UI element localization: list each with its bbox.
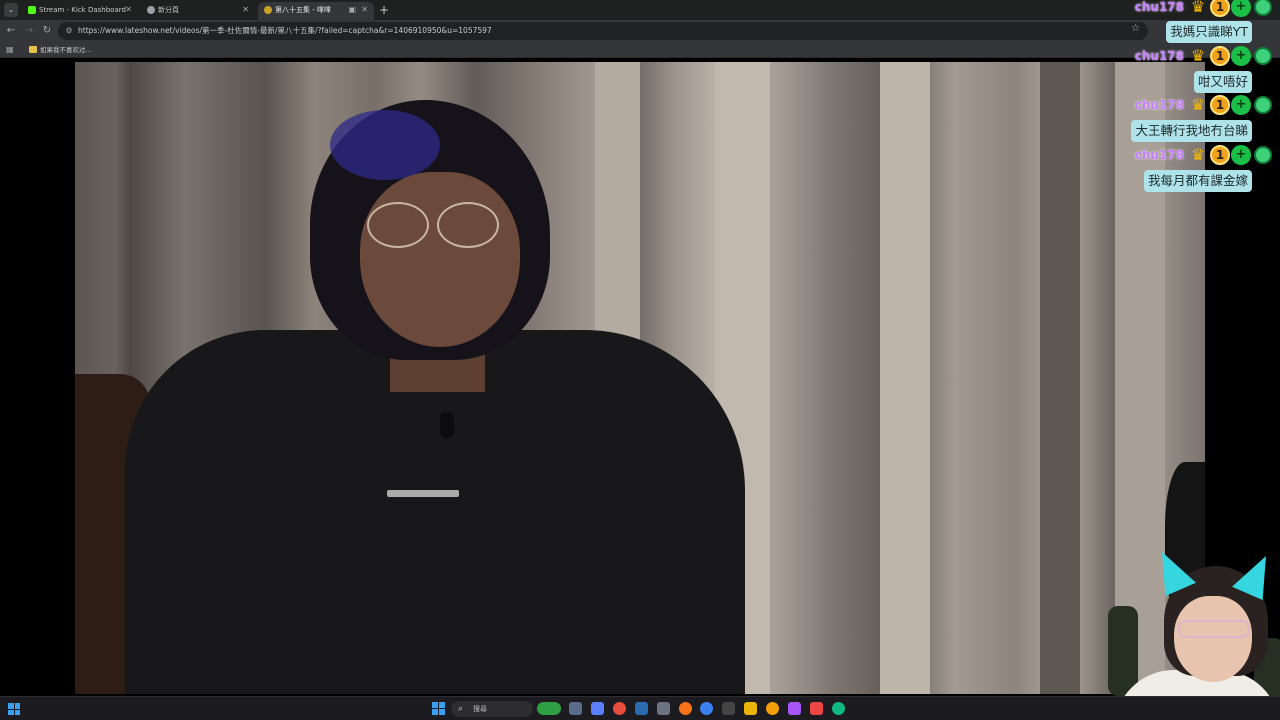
search-label: 搜尋 [473, 705, 487, 713]
chat-username: chu178 [1134, 98, 1184, 112]
close-icon[interactable]: ✕ [361, 2, 368, 18]
widgets-icon[interactable] [537, 702, 561, 715]
close-icon[interactable]: ✕ [125, 2, 132, 18]
file-explorer-icon[interactable] [744, 702, 757, 715]
chat-username: chu178 [1134, 148, 1184, 162]
new-tab-button[interactable]: + [379, 1, 389, 19]
close-icon[interactable]: ✕ [242, 2, 249, 18]
address-bar[interactable]: ⚙ https://www.lateshow.net/videos/第一季-杜佐… [58, 22, 1148, 40]
lapel-mic [440, 412, 454, 438]
chair [1108, 606, 1138, 696]
tab-kick-dashboard[interactable]: Stream - Kick Dashboard ✕ [22, 2, 138, 20]
tab-new-tab[interactable]: 新分頁 ✕ [141, 2, 255, 20]
bookmarks-bar: ▦ 如果我不喜欢过… [0, 42, 1280, 58]
shirt-logo [387, 490, 459, 497]
plus-badge: + [1231, 95, 1251, 115]
rank-badge: 1 [1210, 95, 1230, 115]
rank-badge: 1 [1210, 145, 1230, 165]
tab-label: Stream - Kick Dashboard [39, 6, 126, 14]
kick-icon [28, 6, 36, 14]
start-button[interactable] [432, 702, 445, 715]
steam-icon[interactable] [635, 702, 648, 715]
folder-icon [29, 46, 37, 53]
chat-message: 我媽只識睇YT [1166, 21, 1252, 43]
site-info-icon[interactable]: ⚙ [64, 26, 74, 36]
chat-username: chu178 [1134, 49, 1184, 63]
firefox-icon[interactable] [679, 702, 692, 715]
crown-icon: ♛ [1190, 95, 1206, 114]
wall-plank [880, 62, 930, 694]
globe-icon [1254, 47, 1272, 65]
chat-message: 大王轉行我地冇台睇 [1131, 120, 1252, 142]
crown-icon: ♛ [1190, 46, 1206, 65]
chat-message: 我每月都有課金嫁 [1143, 170, 1252, 192]
rank-badge: 1 [1210, 0, 1230, 17]
chat-message: 咁又唔好 [1193, 71, 1252, 93]
task-view-icon[interactable] [569, 702, 582, 715]
chat-user-row: chu178 ♛ 1 + [1135, 45, 1272, 67]
discord-icon[interactable] [788, 702, 801, 715]
picture-in-picture-icon[interactable]: ▣ [348, 2, 356, 18]
glasses-lens-left [367, 202, 429, 248]
site-icon [264, 6, 272, 14]
chrome-icon[interactable] [700, 702, 713, 715]
streamer-glasses [1178, 620, 1250, 638]
chat-user-row: chu178 ♛ 1 + [1135, 0, 1272, 18]
plus-badge: + [1231, 145, 1251, 165]
app-icon[interactable] [657, 702, 670, 715]
crown-icon: ♛ [1190, 145, 1206, 164]
chrome-icon [147, 6, 155, 14]
forward-icon[interactable]: → [22, 23, 36, 39]
webcam-overlay [1108, 548, 1280, 720]
rank-badge: 1 [1210, 46, 1230, 66]
apps-grid-icon[interactable]: ▦ [6, 45, 15, 54]
bookmark-star-icon[interactable]: ☆ [1131, 23, 1140, 34]
plus-badge: + [1231, 46, 1251, 66]
tab-label: 第八十五集 - 嗱嗱 [275, 6, 331, 14]
chat-user-row: chu178 ♛ 1 + [1135, 94, 1272, 116]
chat-user-row: chu178 ♛ 1 + [1135, 144, 1272, 166]
wall-plank [1040, 62, 1080, 694]
browser-tab-strip: ⌄ Stream - Kick Dashboard ✕ 新分頁 ✕ 第八十五集 … [0, 0, 1280, 20]
person-hair-highlight [330, 110, 440, 180]
url-text[interactable]: https://www.lateshow.net/videos/第一季-杜佐爾情… [78, 22, 492, 40]
person-face [360, 172, 520, 347]
taskbar-search[interactable]: ⌕ 搜尋 [451, 701, 533, 717]
app-icon[interactable] [613, 702, 626, 715]
chat-username: chu178 [1134, 0, 1184, 14]
tab-search-button[interactable]: ⌄ [4, 3, 18, 17]
windows-icon[interactable] [8, 703, 20, 715]
tab-episode-85[interactable]: 第八十五集 - 嗱嗱 ▣ ✕ [258, 2, 374, 20]
bookmark-item[interactable]: 如果我不喜欢过… [40, 42, 92, 58]
taskbar: ⌕ 搜尋 [0, 696, 1280, 720]
plus-badge: + [1231, 0, 1251, 17]
glasses-lens-right [437, 202, 499, 248]
globe-icon [1254, 146, 1272, 164]
globe-icon [1254, 96, 1272, 114]
reload-icon[interactable]: ↻ [40, 23, 54, 39]
tab-label: 新分頁 [158, 6, 179, 14]
crown-icon: ♛ [1190, 0, 1206, 16]
app-icon[interactable] [832, 702, 845, 715]
streamer-face [1174, 596, 1252, 682]
app-icon[interactable] [766, 702, 779, 715]
search-icon: ⌕ [458, 704, 464, 714]
app-icon[interactable] [722, 702, 735, 715]
video-player[interactable] [75, 62, 1205, 694]
browser-toolbar: ← → ↻ ⚙ https://www.lateshow.net/videos/… [0, 20, 1280, 42]
app-icon[interactable] [810, 702, 823, 715]
back-icon[interactable]: ← [4, 23, 18, 39]
globe-icon [1254, 0, 1272, 16]
chat-app-icon[interactable] [591, 702, 604, 715]
